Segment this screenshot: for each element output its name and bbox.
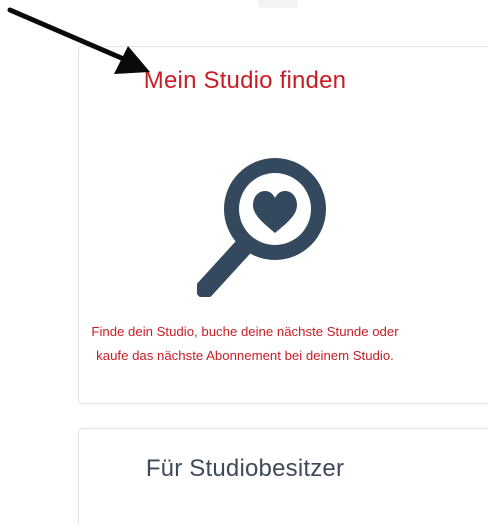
find-studio-card[interactable]: Mein Studio finden Finde dein Studio, bu… [78, 46, 488, 404]
studio-owner-title[interactable]: Für Studiobesitzer [79, 455, 411, 483]
page: Mein Studio finden Finde dein Studio, bu… [0, 0, 488, 524]
find-studio-title[interactable]: Mein Studio finden [79, 67, 411, 95]
description-line-1: Finde dein Studio, buche deine nächste S… [91, 324, 399, 339]
description-line-2: kaufe das nächste Abonnement bei deinem … [96, 348, 394, 363]
studio-owner-card[interactable]: Für Studiobesitzer [78, 428, 488, 524]
top-card-edge [258, 0, 298, 8]
find-studio-description: Finde dein Studio, buche deine nächste S… [79, 320, 411, 368]
magnifier-heart-icon [197, 158, 326, 297]
